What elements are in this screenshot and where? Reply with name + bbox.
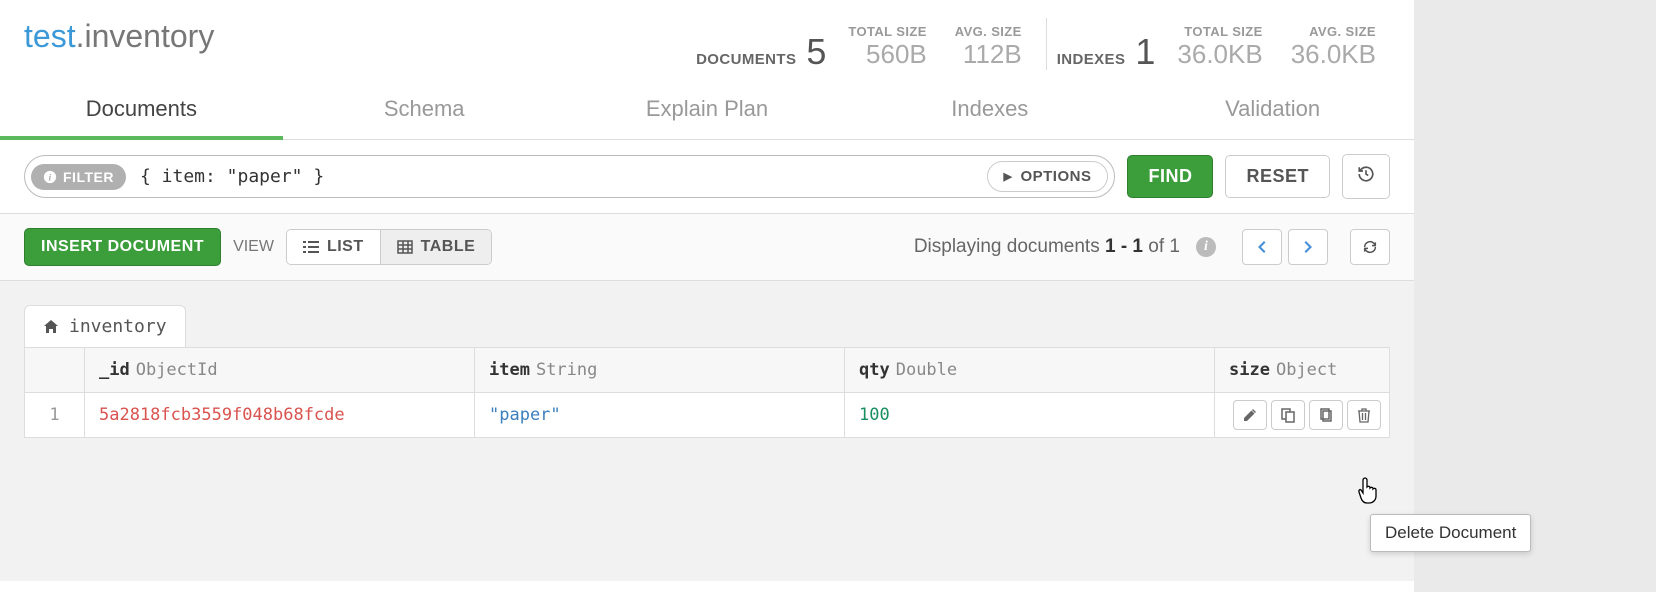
table-icon xyxy=(397,239,413,255)
filter-badge: i FILTER xyxy=(31,164,126,190)
copy-document-button[interactable] xyxy=(1309,400,1343,430)
copy-icon xyxy=(1318,407,1334,423)
divider xyxy=(1046,18,1047,70)
delete-document-button[interactable] xyxy=(1347,400,1381,430)
col-id-name: _id xyxy=(99,360,130,380)
documents-count: 5 xyxy=(806,34,826,70)
tab-documents[interactable]: Documents xyxy=(0,82,283,140)
row-actions xyxy=(1233,400,1381,430)
filter-wrap: i FILTER ▶ OPTIONS xyxy=(24,155,1115,198)
table-area: inventory _id ObjectId item String qty Doub… xyxy=(0,281,1414,581)
namespace-title: test.inventory xyxy=(24,18,214,55)
idx-avgsize: 36.0KB xyxy=(1291,39,1376,70)
info-icon: i xyxy=(43,170,57,184)
documents-label: DOCUMENTS xyxy=(696,51,796,68)
options-label: OPTIONS xyxy=(1020,168,1091,185)
row-index: 1 xyxy=(25,393,85,437)
idx-totalsize-label: TOTAL SIZE xyxy=(1177,24,1262,39)
info-icon[interactable]: i xyxy=(1196,237,1216,257)
view-list-label: LIST xyxy=(327,238,364,256)
tab-explain-plan[interactable]: Explain Plan xyxy=(566,82,849,139)
doc-totalsize: 560B xyxy=(848,39,926,70)
collection-name: .inventory xyxy=(76,18,215,54)
doc-avgsize: 112B xyxy=(955,39,1022,70)
clone-icon xyxy=(1280,407,1296,423)
view-toggle: LIST TABLE xyxy=(286,229,492,265)
doc-avgsize-label: AVG. SIZE xyxy=(955,24,1022,39)
col-id-header[interactable]: _id ObjectId xyxy=(85,348,475,392)
view-label: VIEW xyxy=(233,238,274,256)
displaying-total: 1 xyxy=(1169,236,1180,257)
displaying-text: Displaying documents 1 - 1 of 1 xyxy=(914,236,1180,258)
next-page-button[interactable] xyxy=(1288,229,1328,265)
pencil-icon xyxy=(1242,407,1258,423)
prev-page-button[interactable] xyxy=(1242,229,1282,265)
view-table-label: TABLE xyxy=(421,238,476,256)
col-item-type: String xyxy=(536,360,597,380)
db-name: test xyxy=(24,18,76,54)
trash-icon xyxy=(1356,407,1372,423)
history-icon xyxy=(1357,165,1375,183)
refresh-icon xyxy=(1362,239,1378,255)
right-gutter xyxy=(1414,0,1656,592)
indexes-label: INDEXES xyxy=(1057,51,1126,68)
idx-avgsize-label: AVG. SIZE xyxy=(1291,24,1376,39)
chevron-left-icon xyxy=(1254,239,1270,255)
list-icon xyxy=(303,239,319,255)
edit-document-button[interactable] xyxy=(1233,400,1267,430)
view-table-button[interactable]: TABLE xyxy=(381,230,492,264)
refresh-button[interactable] xyxy=(1350,229,1390,265)
reset-button[interactable]: RESET xyxy=(1225,155,1330,198)
displaying-mid: of xyxy=(1143,236,1169,257)
cell-qty[interactable]: 100 xyxy=(845,393,1215,437)
pager xyxy=(1242,229,1328,265)
col-size-header[interactable]: size Object xyxy=(1215,348,1389,392)
chevron-right-icon xyxy=(1300,239,1316,255)
tab-indexes[interactable]: Indexes xyxy=(848,82,1131,139)
col-item-header[interactable]: item String xyxy=(475,348,845,392)
col-size-type: Object xyxy=(1276,360,1337,380)
tab-validation[interactable]: Validation xyxy=(1131,82,1414,139)
col-qty-header[interactable]: qty Double xyxy=(845,348,1215,392)
find-button[interactable]: FIND xyxy=(1127,155,1213,198)
view-list-button[interactable]: LIST xyxy=(287,230,381,264)
options-button[interactable]: ▶ OPTIONS xyxy=(987,161,1109,192)
col-id-type: ObjectId xyxy=(136,360,218,380)
query-history-button[interactable] xyxy=(1342,154,1390,199)
query-bar: i FILTER ▶ OPTIONS FIND RESET xyxy=(0,140,1414,214)
insert-document-button[interactable]: INSERT DOCUMENT xyxy=(24,228,221,266)
docs-toolbar: INSERT DOCUMENT VIEW LIST TABLE Displayi… xyxy=(0,214,1414,281)
clone-document-button[interactable] xyxy=(1271,400,1305,430)
doc-totalsize-label: TOTAL SIZE xyxy=(848,24,926,39)
filter-input[interactable] xyxy=(126,166,987,187)
col-index xyxy=(25,348,85,392)
tooltip-text: Delete Document xyxy=(1385,523,1516,542)
indexes-count: 1 xyxy=(1135,34,1155,70)
tab-schema[interactable]: Schema xyxy=(283,82,566,139)
breadcrumb[interactable]: inventory xyxy=(24,305,186,347)
table-row[interactable]: 1 5a2818fcb3559f048b68fcde "paper" 100 xyxy=(25,393,1389,437)
svg-text:i: i xyxy=(48,172,51,183)
col-qty-type: Double xyxy=(896,360,957,380)
tooltip-delete-document: Delete Document xyxy=(1370,514,1531,552)
tabs: Documents Schema Explain Plan Indexes Va… xyxy=(0,82,1414,140)
displaying-prefix: Displaying documents xyxy=(914,236,1105,257)
breadcrumb-label: inventory xyxy=(69,316,167,337)
cell-size[interactable] xyxy=(1215,393,1389,437)
stats-row: DOCUMENTS 5 TOTAL SIZE 560B AVG. SIZE 11… xyxy=(696,18,1390,70)
col-qty-name: qty xyxy=(859,360,890,380)
cell-item[interactable]: "paper" xyxy=(475,393,845,437)
triangle-right-icon: ▶ xyxy=(1004,170,1013,183)
data-grid: _id ObjectId item String qty Double size Obj… xyxy=(24,347,1390,438)
filter-badge-label: FILTER xyxy=(63,169,114,185)
home-icon xyxy=(43,319,59,335)
displaying-range: 1 - 1 xyxy=(1105,236,1143,257)
col-item-name: item xyxy=(489,360,530,380)
cell-id[interactable]: 5a2818fcb3559f048b68fcde xyxy=(85,393,475,437)
idx-totalsize: 36.0KB xyxy=(1177,39,1262,70)
grid-header: _id ObjectId item String qty Double size Obj… xyxy=(25,348,1389,393)
col-size-name: size xyxy=(1229,360,1270,380)
